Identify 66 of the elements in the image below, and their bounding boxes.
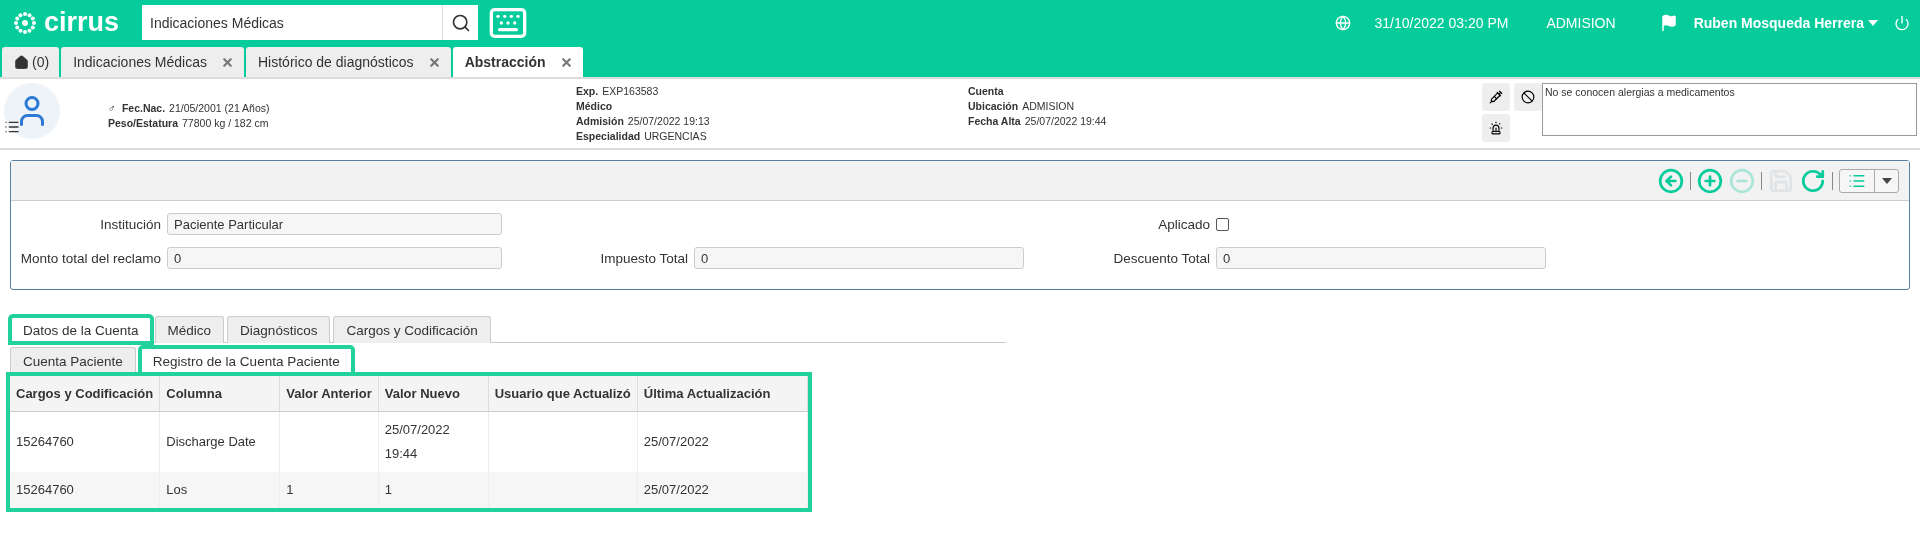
column-header: Usuario que Actualizó (488, 376, 638, 412)
field-label: Monto total del reclamo (19, 250, 161, 266)
power-icon[interactable] (1894, 14, 1910, 31)
patient-info: Cuenta (968, 85, 1005, 97)
patient-info: Admisión 25/07/2022 19:13 (576, 115, 711, 127)
search-icon[interactable] (450, 12, 471, 33)
checkbox[interactable] (1216, 217, 1229, 231)
close-icon[interactable] (221, 55, 234, 69)
input-field[interactable]: Paciente Particular (167, 213, 502, 235)
table-cell-text: 25/07/2022 19:44 (384, 421, 451, 463)
siren-icon[interactable] (1489, 121, 1503, 135)
patient-info: Exp. EXP163583 (576, 85, 660, 97)
logo-icon (12, 9, 38, 36)
table-cell-text: 1 (384, 481, 392, 499)
input-field[interactable]: 0 (1216, 247, 1546, 269)
tab[interactable]: Datos de la Cuenta (10, 316, 152, 343)
column-header: Cargos y Codificación (10, 376, 160, 412)
home-icon (14, 54, 29, 70)
table-cell-text: 25/07/2022 (643, 481, 709, 499)
table-cell-text: Discharge Date (166, 433, 256, 451)
page-tab[interactable]: Abstracción (452, 47, 583, 77)
siren-button[interactable] (1482, 114, 1510, 142)
tab[interactable]: Cargos y Codificación (333, 316, 491, 343)
syringe-button[interactable] (1482, 83, 1510, 111)
column-header: Valor Anterior (279, 376, 379, 412)
tab[interactable]: Diagnósticos (227, 316, 331, 343)
tab[interactable]: Médico (154, 316, 225, 343)
table-cell-text: 25/07/2022 (643, 433, 709, 451)
syringe-icon[interactable] (1489, 90, 1503, 104)
sub-tab[interactable]: Registro de la Cuenta Paciente (139, 347, 353, 374)
page-tab[interactable]: Histórico de diagnósticos (246, 47, 451, 77)
cirrus-logo: cirrus (12, 7, 132, 38)
patient-info: ♂ Fec.Nac. 21/05/2001 (21 Años) (108, 102, 271, 114)
ban-icon[interactable] (1521, 90, 1535, 104)
date-time: 31/10/2022 03:20 PM (1374, 14, 1509, 31)
patient-info: Peso/Estatura 77800 kg / 182 cm (108, 117, 270, 129)
column-header: Columna (159, 376, 280, 412)
flag-icon[interactable] (1659, 13, 1678, 32)
search-button[interactable] (442, 5, 478, 40)
patient-info: Especialidad URGENCIAS (576, 130, 708, 142)
column-header: Valor Nuevo (378, 376, 489, 412)
column-header: Última Actualización (637, 376, 808, 412)
globe-icon[interactable] (1334, 14, 1351, 31)
sub-tab[interactable]: Cuenta Paciente (10, 347, 136, 374)
patient-info: Fecha Alta 25/07/2022 19:44 (968, 115, 1108, 127)
patient-info: Ubicación ADMISION (968, 100, 1076, 112)
location-text: ADMISION (1546, 14, 1616, 31)
field-label: Impuesto Total (599, 250, 688, 266)
list-icon[interactable] (4, 119, 20, 135)
close-icon[interactable] (559, 55, 573, 69)
table-cell-text: 15264760 (16, 433, 74, 451)
close-icon[interactable] (427, 55, 441, 69)
ban-button[interactable] (1514, 83, 1542, 111)
field-label: Institución (99, 216, 161, 232)
patient-info: Médico (576, 100, 614, 112)
table-cell-text: 15264760 (16, 481, 74, 499)
page-tab[interactable]: Indicaciones Médicas (61, 47, 244, 77)
table-cell-text: Los (166, 481, 188, 499)
table-cell-text: 1 (286, 481, 294, 499)
input-field[interactable]: 0 (167, 247, 502, 269)
search-field[interactable]: Indicaciones Médicas (142, 5, 442, 40)
field-label: Aplicado (1157, 216, 1210, 232)
field-label: Descuento Total (1112, 250, 1210, 266)
input-field[interactable]: 0 (694, 247, 1024, 269)
page-tab[interactable]: (0) (2, 47, 60, 77)
allergy-note: No se conocen alergias a medicamentos (1542, 83, 1917, 136)
